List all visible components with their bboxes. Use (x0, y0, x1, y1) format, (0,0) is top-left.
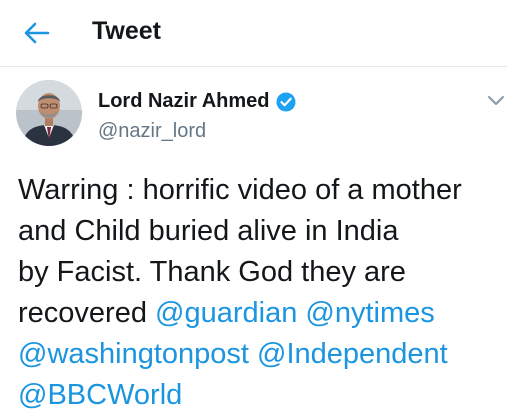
tweet-line: Warring : horrific video of a mother (18, 174, 462, 206)
chevron-down-icon (488, 96, 504, 105)
tweet-text-fragment: recovered (18, 297, 156, 329)
tweet-line: and Child buried alive in India (18, 215, 399, 247)
verified-badge-icon (276, 92, 296, 112)
avatar[interactable] (16, 80, 82, 146)
author-handle[interactable]: @nazir_lord (98, 120, 206, 143)
tweet-line: by Facist. Thank God they are (18, 256, 406, 288)
mention-guardian[interactable]: @guardian (155, 297, 297, 329)
mention-bbcworld[interactable]: @BBCWorld (18, 379, 182, 411)
back-button[interactable] (20, 18, 54, 48)
tweet-line: @BBCWorld (18, 375, 505, 416)
mention-independent[interactable]: @Independent (257, 338, 448, 370)
page-title: Tweet (92, 17, 161, 45)
arrow-left-icon (24, 22, 50, 44)
top-bar: Tweet (0, 0, 507, 67)
tweet-menu-button[interactable] (486, 92, 506, 110)
author-display-name[interactable]: Lord Nazir Ahmed (98, 90, 270, 113)
tweet-line: recovered @guardian @nytimes (18, 293, 505, 334)
mention-washingtonpost[interactable]: @washingtonpost (18, 338, 249, 370)
author-name-row[interactable]: Lord Nazir Ahmed (98, 90, 296, 113)
tweet-line: @washingtonpost @Independent (18, 334, 505, 375)
tweet-text: Warring : horrific video of a mother and… (18, 170, 505, 416)
mention-nytimes[interactable]: @nytimes (305, 297, 434, 329)
